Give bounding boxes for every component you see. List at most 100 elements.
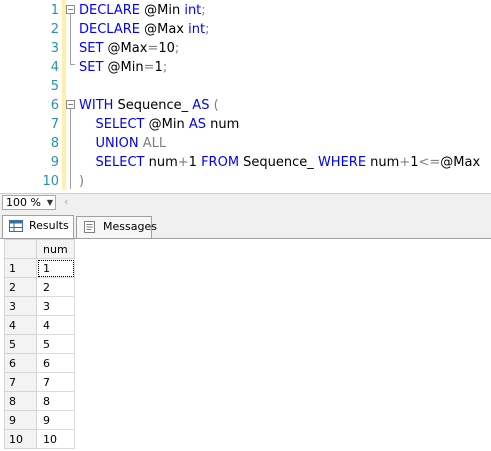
line-number: 7 (50, 117, 59, 132)
code-token: SELECT (79, 155, 145, 170)
code-token: DECLARE (79, 3, 140, 18)
code-token: 1 (154, 60, 163, 75)
code-line: DECLARE @Max int; (79, 20, 209, 39)
row-number[interactable]: 9 (4, 410, 37, 430)
code-token: num (144, 155, 178, 170)
code-token: = (147, 41, 159, 56)
line-number: 2 (50, 22, 59, 37)
collapse-icon[interactable]: − (66, 100, 75, 109)
code-token: 1 (188, 155, 202, 170)
tab-messages-label: Messages (103, 220, 157, 233)
zoom-dropdown[interactable]: 100 % ▼ (2, 195, 56, 210)
tab-messages[interactable]: Messages (76, 216, 157, 238)
row-number[interactable]: 8 (4, 391, 37, 411)
code-line: SET @Max=10; (79, 39, 179, 58)
code-token: ALL (142, 136, 167, 151)
column-header-num[interactable]: num (36, 239, 75, 259)
table-row[interactable]: 33 (4, 296, 75, 316)
row-number[interactable]: 2 (4, 277, 37, 297)
code-token: Sequence_ (113, 98, 193, 113)
line-number: 4 (50, 60, 59, 75)
row-number[interactable]: 6 (4, 353, 37, 373)
code-token: DECLARE (79, 22, 140, 37)
line-number: 5 (50, 79, 59, 94)
line-number: 9 (50, 155, 59, 170)
cell-num[interactable]: 6 (36, 353, 75, 373)
code-token: FROM (201, 155, 240, 170)
table-row[interactable]: 10 10 (4, 429, 75, 449)
table-row[interactable]: 99 (4, 410, 75, 430)
code-token: ; (201, 3, 206, 18)
cell-num[interactable]: 7 (36, 372, 75, 392)
results-tabstrip: Results Messages (0, 211, 491, 239)
line-number: 1 (50, 3, 59, 18)
row-number[interactable]: 7 (4, 372, 37, 392)
code-token: WHERE (317, 155, 367, 170)
code-token: SET (79, 60, 104, 75)
table-row[interactable]: 44 (4, 315, 75, 335)
line-number: 10 (42, 174, 59, 189)
line-number: 6 (50, 98, 59, 113)
cell-num[interactable]: 8 (36, 391, 75, 411)
table-row[interactable]: 55 (4, 334, 75, 354)
code-token: ; (205, 22, 210, 37)
code-token: num (205, 117, 240, 132)
code-token: @Max (139, 22, 189, 37)
grid-corner-header[interactable] (4, 239, 37, 259)
tab-results[interactable]: Results (2, 215, 74, 239)
code-line: SELECT @Min AS num (79, 115, 240, 134)
cell-num[interactable]: 9 (36, 410, 75, 430)
table-row[interactable]: 22 (4, 277, 75, 297)
code-token: UNION (79, 136, 139, 151)
message-icon (84, 221, 95, 233)
code-token: WITH (79, 98, 114, 113)
table-row[interactable]: 77 (4, 372, 75, 392)
code-line: ) (79, 172, 84, 191)
code-token: ) (79, 174, 85, 189)
code-token: SELECT (79, 117, 145, 132)
code-token: 10 (158, 41, 175, 56)
zoom-value: 100 % (6, 196, 41, 209)
code-token: ; (162, 60, 168, 75)
code-token: @Min (144, 117, 189, 132)
chevron-down-icon: ▼ (46, 198, 53, 207)
code-token: @Max (440, 155, 481, 170)
cell-num[interactable]: 3 (36, 296, 75, 316)
code-line: SET @Min=1; (79, 58, 167, 77)
cell-num[interactable]: 5 (36, 334, 75, 354)
code-token: ( (209, 98, 219, 113)
line-number: 8 (50, 136, 59, 151)
code-token: = (143, 60, 155, 75)
grid-icon (9, 220, 23, 232)
code-token: AS (188, 117, 206, 132)
line-number: 3 (50, 41, 59, 56)
row-number[interactable]: 1 (4, 258, 37, 278)
code-line: UNION ALL (79, 134, 167, 153)
fold-guide-end (70, 64, 75, 65)
scroll-left-icon[interactable]: ‹ (64, 195, 68, 208)
tab-results-label: Results (29, 219, 69, 232)
table-row[interactable]: 66 (4, 353, 75, 373)
code-token: + (177, 155, 189, 170)
code-token: + (399, 155, 411, 170)
query-editor[interactable]: 1234567891011 DECLARE @Min int;DECLARE @… (0, 0, 491, 193)
fold-guide (70, 14, 71, 64)
results-grid[interactable]: num 1 1 2 2 3 3 4 4 5 5 6 6 7 7 8 8 9 9 10 10 (0, 238, 491, 451)
cell-num[interactable]: 1 (36, 258, 75, 278)
collapse-icon[interactable]: − (66, 5, 75, 14)
table-row[interactable]: 88 (4, 391, 75, 411)
row-number[interactable]: 3 (4, 296, 37, 316)
row-number[interactable]: 4 (4, 315, 37, 335)
row-number[interactable]: 10 (4, 429, 37, 449)
fold-guide (70, 109, 71, 189)
code-token: SET (79, 41, 104, 56)
code-token: 1 (410, 155, 419, 170)
cell-num[interactable]: 2 (36, 277, 75, 297)
row-number[interactable]: 5 (4, 334, 37, 354)
results-table: num 1 1 2 2 3 3 4 4 5 5 6 6 7 7 8 8 9 9 10 10 (4, 239, 75, 449)
table-row[interactable]: 11 (4, 258, 75, 278)
change-tracking-bar (62, 0, 66, 190)
cell-num[interactable]: 4 (36, 315, 75, 335)
code-line: DECLARE @Min int; (79, 1, 206, 20)
cell-num[interactable]: 10 (36, 429, 75, 449)
